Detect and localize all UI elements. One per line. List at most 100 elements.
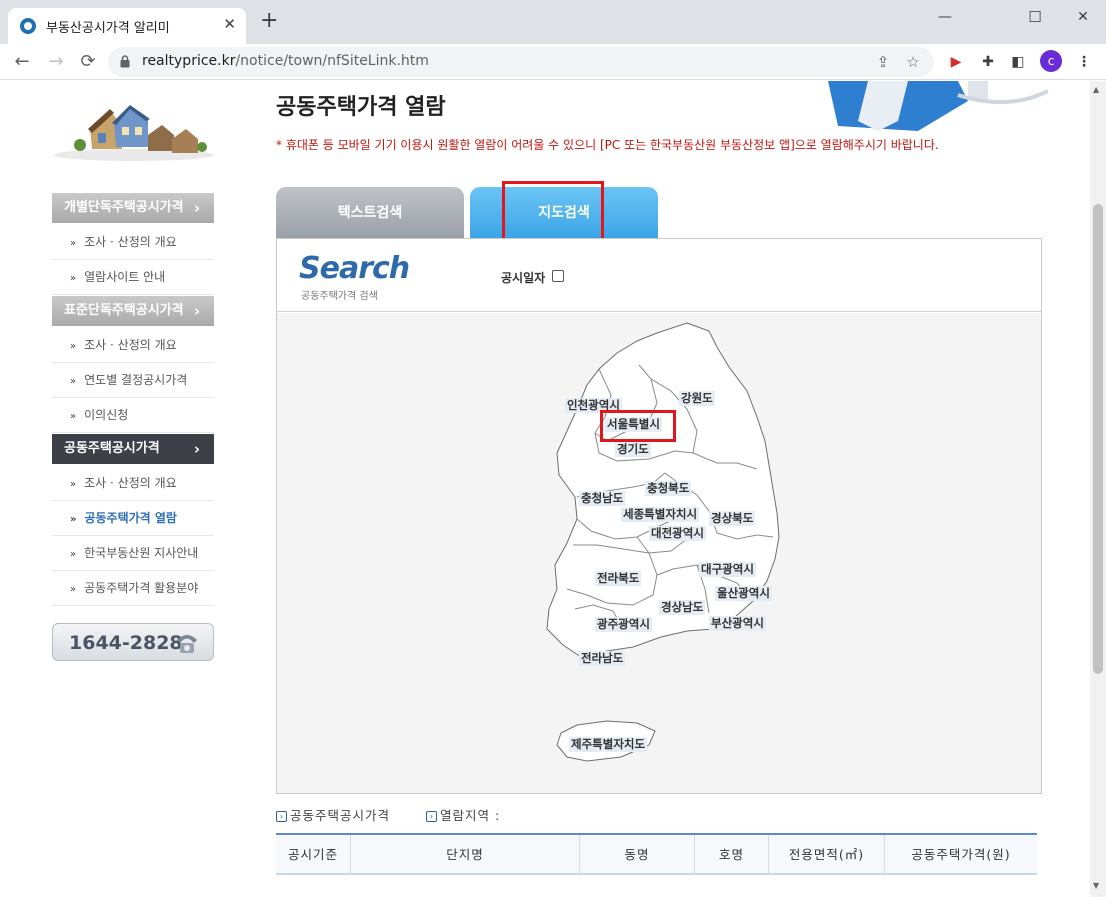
profile-avatar[interactable]: c	[1040, 50, 1062, 72]
korea-map[interactable]: 인천광역시 강원도 서울특별시 경기도 충청남도 충청북도 세종특별자치시 경상…	[277, 313, 1041, 793]
korea-map-shape	[546, 322, 780, 762]
houses-illustration	[54, 105, 214, 161]
sidebar-item-label: 열람사이트 안내	[84, 270, 166, 284]
link-apartment-price-label: 공동주택공시가격	[290, 808, 391, 823]
map-region-jeju[interactable]: 제주특별자치도	[569, 737, 648, 752]
column-complex-name[interactable]: 단지명	[351, 835, 580, 875]
page-scrollbar[interactable]: ▲ ▼	[1090, 81, 1106, 897]
page-viewport: 개별단독주택공시가격 › » 조사 · 산정의 개요 » 열람사이트 안내 표준단독…	[0, 81, 1090, 897]
site-favicon-icon	[20, 18, 36, 34]
map-region-daejeon[interactable]: 대전광역시	[649, 526, 706, 541]
search-header: Search 공동주택가격 검색 공시일자	[277, 239, 1041, 312]
extension-red-icon[interactable]: ▶	[946, 52, 966, 72]
map-region-busan[interactable]: 부산광역시	[709, 616, 766, 631]
bullet-icon: »	[70, 411, 77, 422]
scroll-down-icon[interactable]: ▼	[1093, 881, 1099, 890]
window-minimize-button[interactable]: —	[930, 6, 960, 28]
map-region-gyeongbuk[interactable]: 경상북도	[709, 511, 756, 526]
phone-banner[interactable]: 1644-2828	[52, 623, 214, 661]
chevron-right-icon: ›	[193, 199, 200, 217]
column-area[interactable]: 전용면적(㎡)	[769, 835, 885, 875]
window-close-button[interactable]: ✕	[1068, 6, 1098, 28]
link-view-region[interactable]: › 열람지역 :	[426, 805, 500, 824]
bullet-icon: »	[70, 238, 77, 249]
arrow-box-icon: ›	[426, 811, 437, 822]
bullet-icon: »	[70, 584, 77, 595]
announce-date-label: 공시일자	[501, 271, 546, 285]
side-panel-icon[interactable]: ◧	[1008, 52, 1028, 72]
map-region-daegu[interactable]: 대구광역시	[699, 562, 756, 577]
browser-toolbar: ← → ⟳ realtyprice.kr/notice/town/nfSiteL…	[0, 44, 1106, 80]
sidebar-item-standard-yearly[interactable]: » 연도별 결정공시가격	[52, 363, 214, 398]
chevron-right-icon: ›	[193, 440, 200, 458]
sidebar-item-label: 공동주택가격 열람	[84, 511, 177, 525]
sidebar-item-label: 이의신청	[84, 408, 129, 422]
menu-apartment-label: 공동주택공시가격	[64, 441, 160, 456]
url-text: realtyprice.kr/notice/town/nfSiteLink.ht…	[142, 53, 429, 69]
menu-apartment-price[interactable]: 공동주택공시가격 ›	[52, 434, 214, 464]
map-region-chungnam[interactable]: 충청남도	[579, 491, 626, 506]
sidebar-item-apartment-view[interactable]: » 공동주택가격 열람	[52, 501, 214, 536]
column-unit[interactable]: 호명	[695, 835, 769, 875]
sidebar-item-standard-overview[interactable]: » 조사 · 산정의 개요	[52, 328, 214, 363]
map-region-gwangju[interactable]: 광주광역시	[595, 617, 652, 632]
browser-menu-icon[interactable]: ⋮	[1074, 52, 1094, 72]
menu-standard-house-price[interactable]: 표준단독주택공시가격 ›	[52, 296, 214, 326]
link-apartment-price[interactable]: › 공동주택공시가격	[276, 805, 390, 824]
sidebar-item-label: 연도별 결정공시가격	[84, 373, 188, 387]
phone-number: 1644-2828	[69, 632, 183, 654]
url-path: /notice/town/nfSiteLink.htm	[235, 53, 429, 69]
sidebar-item-label: 조사 · 산정의 개요	[84, 476, 177, 490]
column-building[interactable]: 동명	[580, 835, 695, 875]
sidebar-item-apartment-overview[interactable]: » 조사 · 산정의 개요	[52, 466, 214, 501]
map-region-sejong[interactable]: 세종특별자치시	[621, 507, 700, 522]
sidebar-item-individual-sites[interactable]: » 열람사이트 안내	[52, 260, 214, 295]
tab-title: 부동산공시가격 알리미	[46, 21, 170, 36]
share-icon[interactable]: ⇪	[872, 51, 894, 73]
search-title: Search	[299, 251, 410, 286]
bullet-icon: »	[70, 376, 77, 387]
link-view-region-label: 열람지역 :	[440, 808, 501, 823]
announce-date-checkbox[interactable]	[552, 270, 564, 282]
bullet-icon: »	[70, 273, 77, 284]
extensions-puzzle-icon[interactable]: ✚	[978, 52, 998, 72]
result-table: 공시기준 단지명 동명 호명 전용면적(㎡) 공동주택가격(원)	[276, 833, 1037, 875]
reload-button[interactable]: ⟳	[74, 48, 102, 76]
column-price[interactable]: 공동주택가격(원)	[885, 835, 1037, 875]
address-bar[interactable]: realtyprice.kr/notice/town/nfSiteLink.ht…	[108, 47, 934, 77]
bullet-icon: »	[70, 341, 77, 352]
sidebar-item-apartment-branches[interactable]: » 한국부동산원 지사안내	[52, 536, 214, 571]
scroll-up-icon[interactable]: ▲	[1093, 85, 1099, 94]
sidebar-item-individual-overview[interactable]: » 조사 · 산정의 개요	[52, 225, 214, 260]
telephone-icon	[177, 635, 197, 653]
forward-button[interactable]: →	[42, 48, 70, 76]
window-maximize-button[interactable]: ☐	[1020, 6, 1050, 28]
bullet-icon: »	[70, 479, 77, 490]
map-region-jeonnam[interactable]: 전라남도	[579, 651, 626, 666]
browser-tab[interactable]: 부동산공시가격 알리미 ✕	[8, 8, 246, 44]
bookmark-star-icon[interactable]: ☆	[902, 51, 924, 73]
sidebar-item-standard-objection[interactable]: » 이의신청	[52, 398, 214, 433]
bullet-icon: »	[70, 514, 77, 525]
map-region-chungbuk[interactable]: 충청북도	[645, 481, 692, 496]
sidebar-item-apartment-usage[interactable]: » 공동주택가격 활용분야	[52, 571, 214, 606]
arrow-box-icon: ›	[276, 811, 287, 822]
page-title: 공동주택가격 열람	[276, 95, 446, 120]
highlight-box-seoul	[600, 410, 676, 442]
back-button[interactable]: ←	[8, 48, 36, 76]
map-region-ulsan[interactable]: 울산광역시	[715, 586, 772, 601]
tab-close-icon[interactable]: ✕	[223, 15, 236, 33]
search-panel: Search 공동주택가격 검색 공시일자 인천광역시 강원도 서울특별시 경기…	[276, 238, 1042, 794]
mobile-notice: * 휴대폰 등 모바일 기기 이용시 원활한 열람이 어려울 수 있으니 [PC…	[276, 138, 939, 152]
column-announce-base[interactable]: 공시기준	[276, 835, 351, 875]
tab-text-search[interactable]: 텍스트검색	[276, 187, 464, 239]
bullet-icon: »	[70, 549, 77, 560]
map-region-gyeonggi[interactable]: 경기도	[615, 442, 651, 457]
map-region-gyeongnam[interactable]: 경상남도	[659, 600, 706, 615]
url-domain: realtyprice.kr	[142, 53, 236, 69]
map-region-jeonbuk[interactable]: 전라북도	[595, 571, 642, 586]
map-region-gangwon[interactable]: 강원도	[679, 391, 715, 406]
new-tab-button[interactable]: +	[260, 10, 278, 32]
scroll-thumb[interactable]	[1093, 204, 1103, 674]
menu-individual-house-price[interactable]: 개별단독주택공시가격 ›	[52, 193, 214, 223]
